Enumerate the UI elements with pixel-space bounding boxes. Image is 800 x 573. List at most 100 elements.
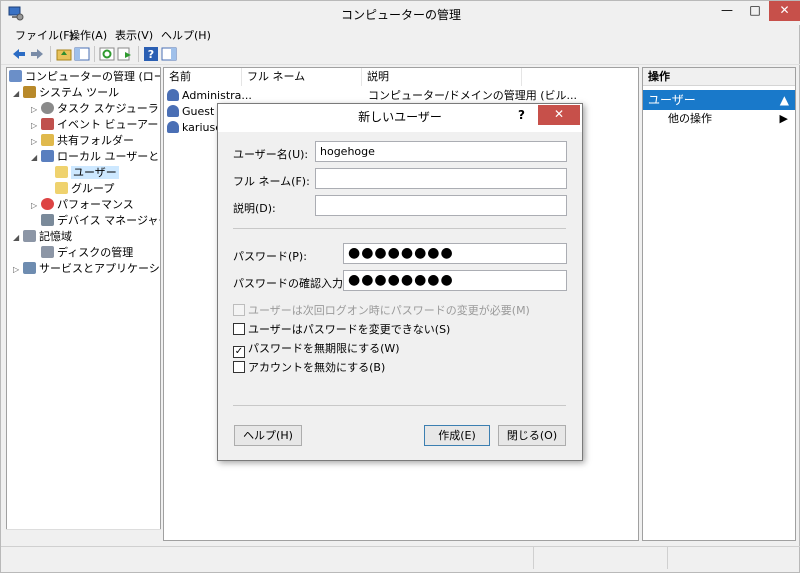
tree-label: ローカル ユーザーとグループ	[57, 150, 160, 163]
user-icon	[167, 121, 179, 133]
column-header-name[interactable]: 名前	[164, 68, 242, 86]
collapse-arrow-icon[interactable]: ▲	[780, 90, 789, 110]
forward-icon[interactable]	[29, 46, 45, 62]
menu-help[interactable]: ヘルプ(H)	[161, 27, 211, 43]
tree-item-services-apps[interactable]: ▷ サービスとアプリケーション	[13, 261, 160, 278]
tree-label: イベント ビューアー	[57, 118, 159, 131]
tree-label: ディスクの管理	[57, 246, 134, 259]
expand-arrow-icon[interactable]: ▷	[31, 134, 41, 150]
checkbox-label: ユーザーは次回ログオン時にパスワードの変更が必要(M)	[248, 304, 530, 317]
tree-label: 記憶域	[39, 230, 72, 243]
clock-icon	[41, 102, 54, 114]
tree-label: コンピューターの管理 (ローカル)	[25, 70, 160, 83]
tree-label: サービスとアプリケーション	[39, 262, 160, 275]
password-label: パスワード(P):	[233, 250, 307, 263]
checkbox-box[interactable]	[233, 323, 245, 335]
properties-pane-icon[interactable]	[161, 46, 177, 62]
minimize-button[interactable]: —	[713, 1, 741, 21]
tree-item-task-scheduler[interactable]: ▷ タスク スケジューラ	[31, 101, 159, 117]
tree-item-disk-management[interactable]: ディスクの管理	[41, 245, 133, 261]
tree-item-shared-folders[interactable]: ▷ 共有フォルダー	[31, 133, 134, 149]
username-field[interactable]: hogehoge	[315, 141, 567, 162]
tools-icon	[23, 86, 36, 98]
description-field[interactable]	[315, 195, 567, 216]
tree-label: ユーザー	[71, 166, 119, 179]
refresh-icon[interactable]	[99, 46, 115, 62]
expand-arrow-icon[interactable]: ▷	[31, 118, 41, 134]
up-folder-icon[interactable]	[56, 46, 72, 62]
tree-item-performance[interactable]: ▷ パフォーマンス	[31, 197, 134, 213]
tree-horizontal-scrollbar[interactable]	[6, 529, 161, 541]
computer-management-icon	[9, 70, 22, 82]
checkbox-box[interactable]	[233, 361, 245, 373]
checkbox-label: ユーザーはパスワードを変更できない(S)	[248, 323, 451, 336]
expand-arrow-icon[interactable]: ▷	[13, 262, 23, 278]
menu-view[interactable]: 表示(V)	[115, 27, 153, 43]
account-disabled-checkbox[interactable]: アカウントを無効にする(B)	[233, 361, 385, 377]
expand-arrow-icon[interactable]: ▷	[31, 102, 41, 118]
username-label: ユーザー名(U):	[233, 148, 309, 161]
help-icon[interactable]: ?	[518, 108, 525, 122]
disk-icon	[41, 246, 54, 258]
tree-item-users[interactable]: ユーザー	[55, 165, 119, 181]
expand-arrow-icon[interactable]: ▷	[31, 198, 41, 214]
divider	[233, 228, 566, 229]
maximize-button[interactable]: □	[741, 1, 769, 21]
menu-file[interactable]: ファイル(F)	[15, 27, 74, 43]
close-button[interactable]: 閉じる(O)	[498, 425, 566, 446]
tree-item-storage[interactable]: ◢ 記憶域	[13, 229, 72, 245]
back-icon[interactable]	[11, 46, 27, 62]
password-field[interactable]: ●●●●●●●●	[343, 243, 567, 264]
collapse-arrow-icon[interactable]: ◢	[13, 230, 23, 246]
dialog-title: 新しいユーザー	[358, 110, 442, 124]
actions-pane: 操作 ユーザー ▲ 他の操作 ▶	[642, 67, 796, 541]
actions-section-users[interactable]: ユーザー ▲	[643, 90, 795, 110]
tree-item-event-viewer[interactable]: ▷ イベント ビューアー	[31, 117, 158, 133]
shared-folder-icon	[41, 134, 54, 146]
tree-item-groups[interactable]: グループ	[55, 181, 114, 197]
list-item[interactable]: Administra...	[167, 88, 252, 104]
folder-icon	[55, 166, 68, 178]
user-icon	[167, 105, 179, 117]
tree-item-system-tools[interactable]: ◢ システム ツール	[13, 85, 119, 101]
collapse-arrow-icon[interactable]: ◢	[31, 150, 41, 166]
menu-action[interactable]: 操作(A)	[69, 27, 107, 43]
fullname-label: フル ネーム(F):	[233, 175, 310, 188]
dialog-title-bar: 新しいユーザー	[218, 104, 582, 132]
tree-item-computer-management[interactable]: コンピューターの管理 (ローカル)	[9, 69, 160, 85]
dialog-close-button[interactable]: ✕	[538, 105, 580, 125]
tree-item-device-manager[interactable]: デバイス マネージャー	[41, 213, 160, 229]
show-hide-tree-icon[interactable]	[74, 46, 90, 62]
divider	[233, 405, 566, 406]
checkbox-label: アカウントを無効にする(B)	[248, 361, 386, 374]
toolbar: ?	[1, 43, 800, 65]
services-icon	[23, 262, 36, 274]
must-change-password-checkbox: ユーザーは次回ログオン時にパスワードの変更が必要(M)	[233, 304, 530, 320]
tree-item-local-users-groups[interactable]: ◢ ローカル ユーザーとグループ	[31, 149, 160, 166]
create-button[interactable]: 作成(E)	[424, 425, 490, 446]
users-groups-icon	[41, 150, 54, 162]
checkbox-box	[233, 304, 245, 316]
help-icon[interactable]: ?	[143, 46, 159, 62]
action-other-actions[interactable]: 他の操作 ▶	[668, 110, 794, 128]
menu-bar: ファイル(F) 操作(A) 表示(V) ヘルプ(H)	[1, 25, 800, 43]
status-section	[1, 547, 534, 569]
tree-label: タスク スケジューラ	[57, 102, 159, 115]
collapse-arrow-icon[interactable]: ◢	[13, 86, 23, 102]
list-item[interactable]: Guest	[167, 104, 214, 120]
window-close-button[interactable]: ✕	[769, 1, 800, 21]
storage-icon	[23, 230, 36, 242]
column-header-description[interactable]: 説明	[362, 68, 522, 86]
column-header-full-name[interactable]: フル ネーム	[242, 68, 362, 86]
performance-icon	[41, 198, 54, 210]
confirm-password-field[interactable]: ●●●●●●●●	[343, 270, 567, 291]
help-button[interactable]: ヘルプ(H)	[234, 425, 302, 446]
event-log-icon	[41, 118, 54, 130]
export-list-icon[interactable]	[117, 46, 133, 62]
tree-label: 共有フォルダー	[57, 134, 134, 147]
password-never-expires-checkbox[interactable]: ✓ パスワードを無期限にする(W)	[233, 342, 400, 358]
cannot-change-password-checkbox[interactable]: ユーザーはパスワードを変更できない(S)	[233, 323, 450, 339]
console-tree: コンピューターの管理 (ローカル) ◢システム ツール ▷タスク スケジューラ …	[6, 67, 161, 541]
checkbox-box[interactable]: ✓	[233, 346, 245, 358]
fullname-field[interactable]	[315, 168, 567, 189]
